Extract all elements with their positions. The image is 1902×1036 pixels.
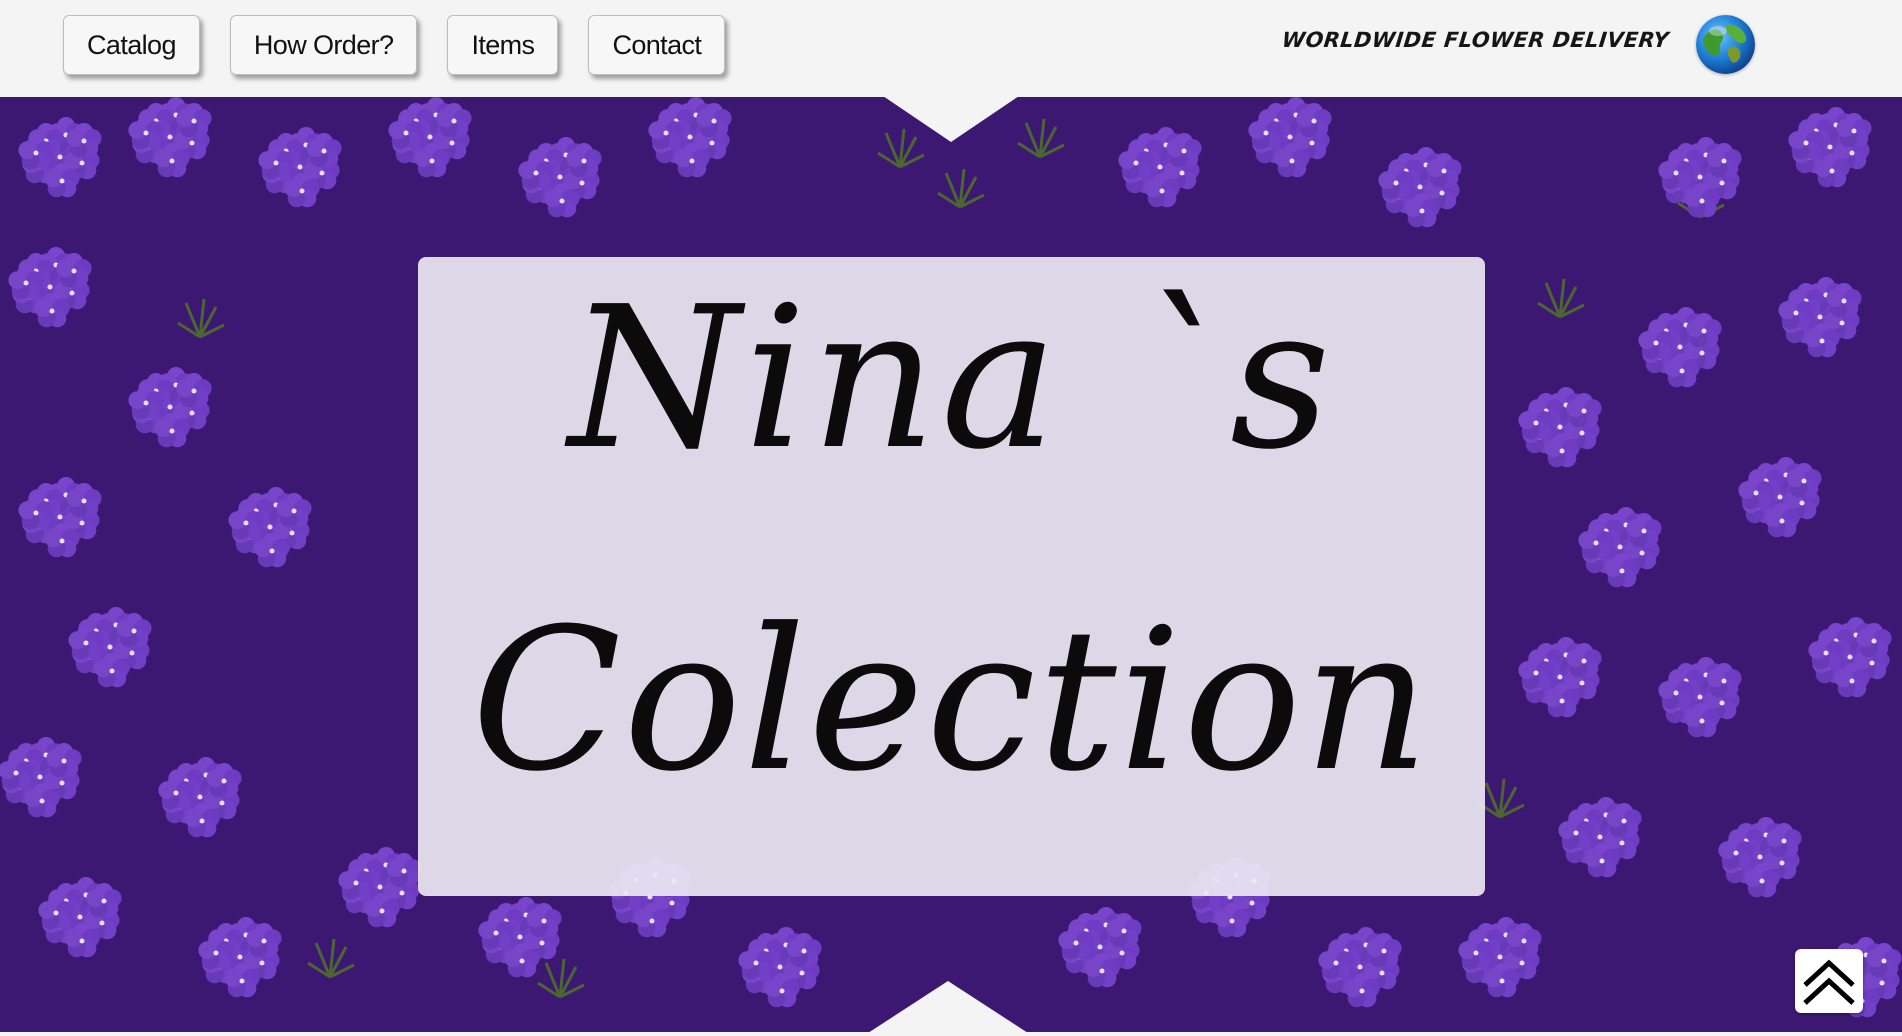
title-card: Nina `s Colection	[418, 257, 1485, 896]
main-nav: Catalog How Order? Items Contact	[63, 15, 726, 75]
title-line-2: Colection	[471, 587, 1432, 815]
scroll-to-top-button[interactable]	[1795, 949, 1863, 1013]
nav-how-order-button[interactable]: How Order?	[229, 15, 418, 75]
nav-catalog-button[interactable]: Catalog	[63, 15, 200, 75]
site-header: Catalog How Order? Items Contact WORLDWI…	[0, 0, 1902, 97]
double-chevron-up-icon	[1803, 959, 1855, 1005]
globe-icon	[1696, 15, 1755, 74]
nav-contact-button[interactable]: Contact	[588, 15, 726, 75]
bottom-notch	[869, 981, 1027, 1032]
footer-strip	[0, 1032, 1902, 1036]
hero-banner: Nina `s Colection	[0, 97, 1902, 1032]
top-notch	[884, 97, 1018, 142]
delivery-tagline: WORLDWIDE FLOWER DELIVERY	[1280, 28, 1671, 52]
nav-items-button[interactable]: Items	[447, 15, 559, 75]
title-line-1: Nina `s	[568, 265, 1335, 493]
